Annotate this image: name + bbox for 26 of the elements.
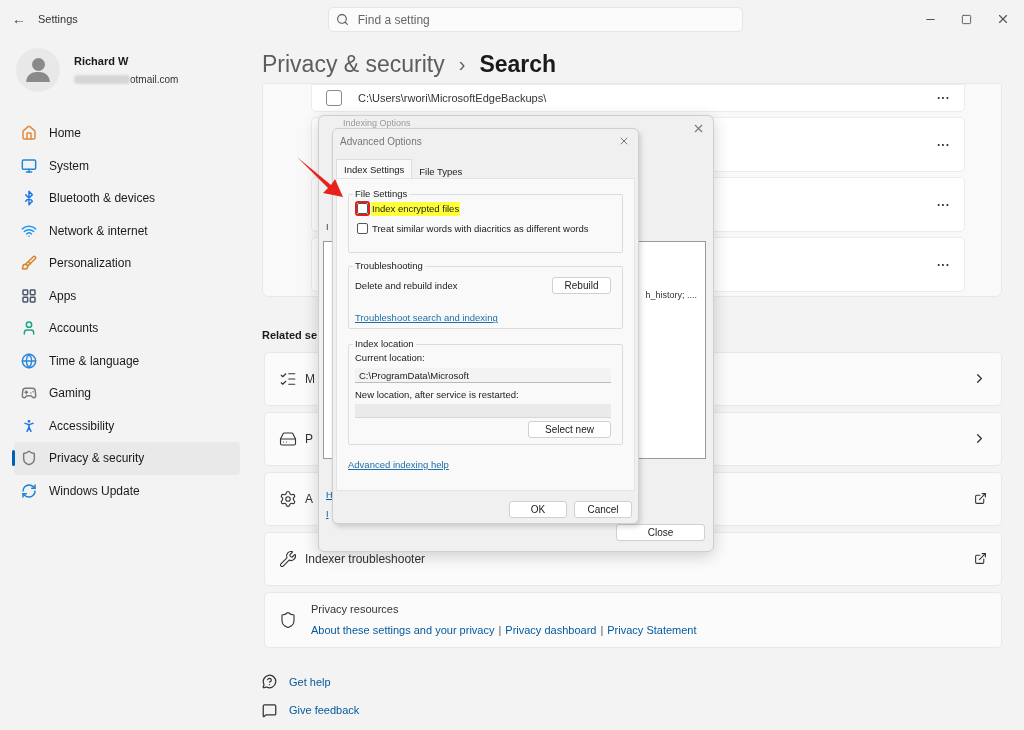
page-title: Search — [479, 49, 557, 79]
field-label: Current location: — [355, 351, 426, 366]
group-legend: Troubleshooting — [353, 259, 425, 274]
dialog-title: Advanced Options — [340, 134, 422, 149]
folder-path: C:\Users\rwori\MicrosoftEdgeBackups\ — [358, 90, 547, 106]
user-email: otmail.com — [130, 72, 179, 87]
list-text: h_history; .... — [645, 288, 697, 302]
card-title: A — [305, 490, 313, 508]
card-title: P — [305, 430, 313, 448]
checkbox-label: Treat similar words with diacritics as different words — [371, 221, 590, 236]
card-title: M — [305, 370, 315, 388]
card-title: Indexer troubleshooter — [305, 550, 426, 568]
card-title: Privacy resources — [311, 602, 400, 617]
link-separator: | — [498, 622, 502, 638]
window-title: Settings — [38, 11, 78, 27]
group-legend: Index location — [353, 337, 416, 352]
checkbox-label: Index encrypted files — [371, 201, 461, 216]
dialog-title: Indexing Options — [343, 118, 411, 128]
link-separator: | — [600, 622, 604, 638]
field-label: New location, after service is restarted: — [355, 387, 520, 402]
group-legend: File Settings — [353, 187, 410, 202]
user-name: Richard W — [74, 54, 130, 70]
breadcrumb-separator: › — [458, 52, 466, 77]
field-label: Delete and rebuild index — [355, 278, 458, 293]
label-fragment: I — [326, 221, 329, 234]
section-heading: Related se — [262, 328, 318, 343]
